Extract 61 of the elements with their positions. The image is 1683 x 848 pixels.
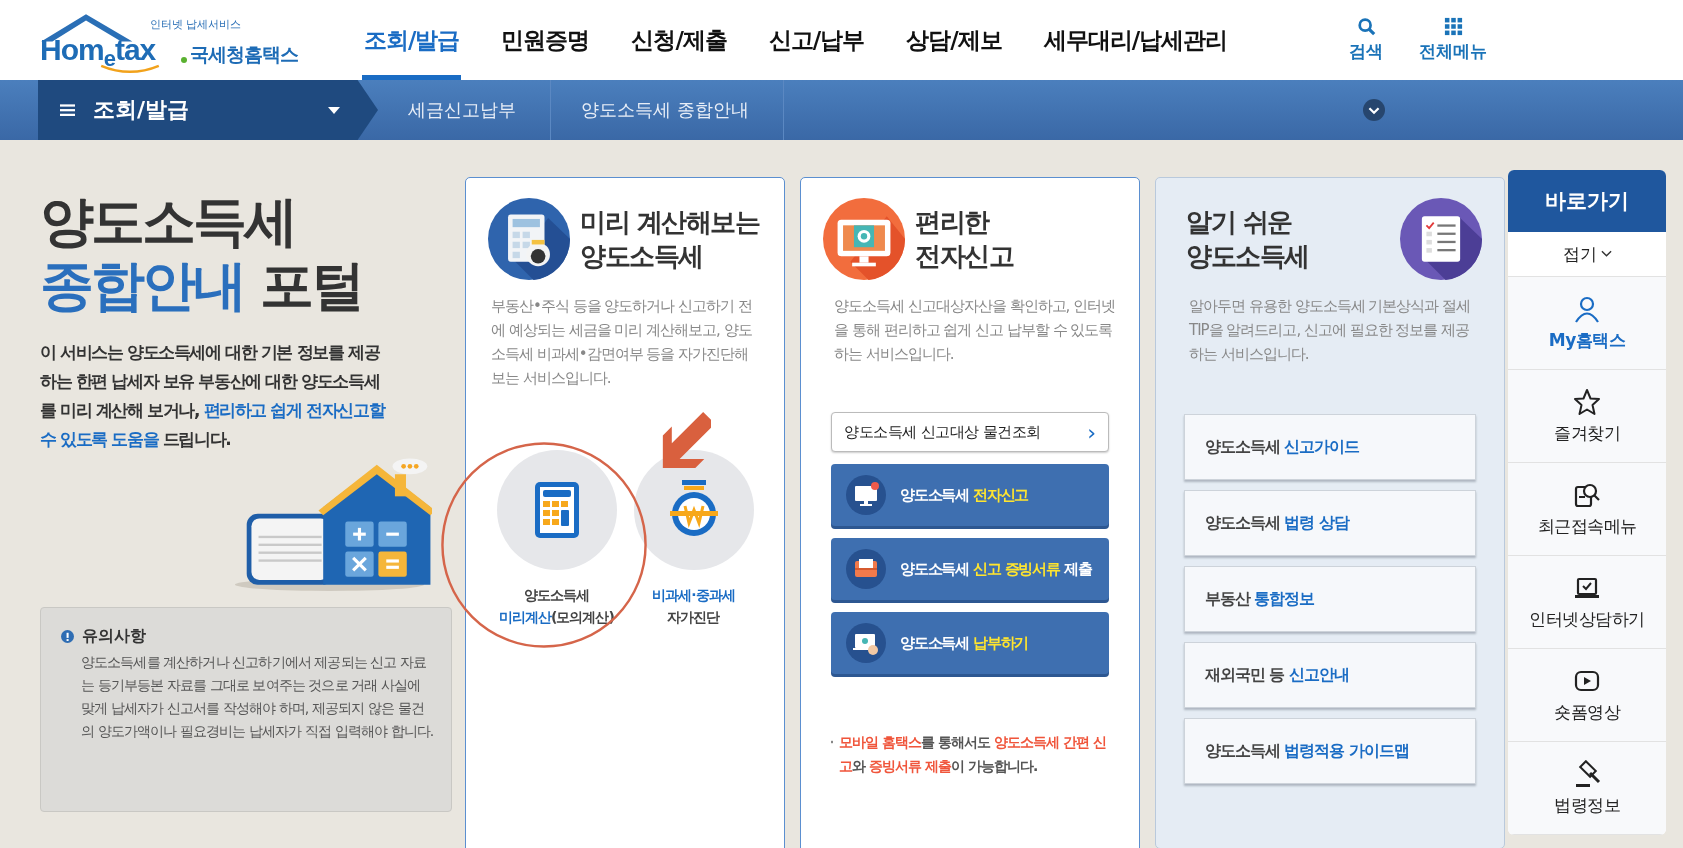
grid-menu-icon	[1443, 17, 1463, 36]
card-description: 부동산•주식 등을 양도하거나 신고하기 전에 예상되는 세금을 미리 계산해보고, 양도소득세 비과세•감면여부 등을 자가진단해보는 서비스입니다.	[491, 296, 753, 389]
person-icon	[1573, 294, 1601, 323]
page-title: 양도소득세	[40, 190, 296, 254]
quick-link[interactable]: 즐겨찾기	[1508, 370, 1666, 463]
monitor-icon	[846, 475, 886, 515]
page-title: 종합안내 포털	[40, 254, 363, 318]
all-menu-link[interactable]: 전체메뉴	[1419, 40, 1488, 63]
quick-link[interactable]: 법령정보	[1508, 742, 1666, 835]
quick-link[interactable]: 인터넷상담하기	[1508, 556, 1666, 649]
card-title: 미리 계산해보는 양도소득세	[580, 206, 760, 273]
quick-links-title: 바로가기	[1508, 170, 1666, 232]
monitor-icon	[823, 198, 905, 280]
nav-tab[interactable]: 신청/제출	[629, 0, 729, 80]
gavel-icon	[1573, 759, 1601, 788]
dot-icon	[181, 57, 187, 63]
logo-name[interactable]: 국세청홈택스	[190, 42, 298, 68]
nav-tab[interactable]: 세무대리/납세관리	[1041, 0, 1230, 80]
breadcrumb-link[interactable]: 세금신고납부	[378, 80, 551, 140]
nav-tab[interactable]: 민원증명	[499, 0, 592, 80]
nav-tab[interactable]: 신고/납부	[766, 0, 867, 80]
card-description: 양도소득세 신고대상자산을 확인하고, 인터넷을 통해 편리하고 쉽게 신고 납부할 수 있도록 하는 서비스입니다.	[833, 296, 1117, 365]
chevron-down-icon	[1363, 99, 1385, 121]
nav-tab[interactable]: 상담/제보	[904, 0, 1004, 80]
quick-link[interactable]: My홈택스	[1508, 277, 1666, 370]
menu-icon	[60, 103, 75, 117]
caret-icon	[328, 106, 340, 114]
guide-button[interactable]: 양도소득세 법령적용 가이드맵	[1184, 718, 1476, 784]
service-button[interactable]: 양도소득세 납부하기	[831, 612, 1109, 674]
guide-button[interactable]: 양도소득세 법령 상담	[1184, 490, 1476, 556]
guide-button[interactable]: 양도소득세 신고가이드	[1184, 414, 1476, 480]
checklist-icon	[1400, 198, 1482, 280]
service-button[interactable]: 양도소득세 전자신고	[831, 464, 1109, 526]
bullet-icon	[831, 740, 834, 744]
card-title: 편리한 전자신고	[915, 206, 1013, 273]
calculator-icon	[488, 198, 570, 280]
breadcrumb-link[interactable]: 양도소득세 종합안내	[551, 80, 784, 140]
star-icon	[1573, 387, 1601, 416]
exclamation-icon	[61, 630, 74, 643]
guide-button[interactable]: 부동산 통합정보	[1184, 566, 1476, 632]
service-link[interactable]: 비과세·중과세 자가진단	[652, 584, 735, 628]
menu-dropdown[interactable]: 조회/발급	[38, 80, 378, 140]
search-link[interactable]: 검색	[1349, 40, 1384, 63]
laptop-hand-icon	[846, 623, 886, 663]
notice-text: 양도소득세를 계산하거나 신고하기에서 제공되는 신고 자료는 등기부등본 자료를 그대로 보여주는 것으로 거래 사실에 맞게 납세자가 신고서를 작성해야 하며, 제공되지 않은 물건의 양도가액이나 필요경비는 납세자가 직접 입력해야 합니다.	[81, 653, 435, 741]
notice-title: 유의사항	[82, 626, 146, 647]
service-button[interactable]: 양도소득세 신고 증빙서류 제출	[831, 538, 1109, 600]
card-description: 알아두면 유용한 양도소득세 기본상식과 절세 TIP을 알려드리고, 신고에 필요한 정보를 제공하는 서비스입니다.	[1188, 296, 1472, 365]
search-icon	[1356, 17, 1376, 36]
chevron-down-icon	[1600, 250, 1612, 258]
intro-paragraph: 이 서비스는 양도소득세에 대한 기본 정보를 제공하는 한편 납세자 보유 부동산에 대한 양도소득세를 미리 계산해 보거나, 편리하고 쉽게 전자신고할 수 있도록 도움을 드립니다.	[40, 341, 386, 451]
card-title: 알기 쉬운 양도소득세	[1186, 206, 1309, 273]
logo-wordmark[interactable]: Hom$_{e}$tax	[40, 33, 156, 70]
guide-button[interactable]: 재외국민 등 신고안내	[1184, 642, 1476, 708]
lookup-button[interactable]: 양도소득세 신고대상 물건조회 ›	[831, 412, 1109, 452]
quick-link[interactable]: 최근접속메뉴	[1508, 463, 1666, 556]
logo-tagline: 인터넷 납세서비스	[150, 17, 242, 32]
quick-link[interactable]: 숏폼영상	[1508, 649, 1666, 742]
mobile-note: 모바일 홈택스를 통해서도 양도소득세 간편 신고와 증빙서류 제출이 가능합니다.	[839, 733, 1107, 776]
service-link[interactable]: 양도소득세 미리계산(모의계산)	[499, 584, 614, 628]
document-tray-icon	[846, 549, 886, 589]
